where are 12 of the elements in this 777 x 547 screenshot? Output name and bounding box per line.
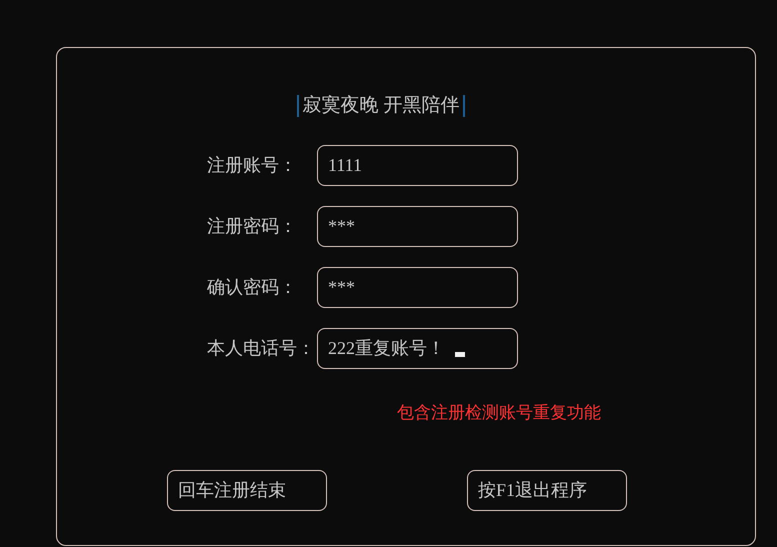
action-button[interactable]: 回车注册结束 (167, 470, 327, 510)
field-label: 注册密码： (207, 215, 298, 238)
action-button[interactable]: 按F1退出程序 (467, 470, 627, 510)
field-label: 本人电话号： (207, 337, 316, 360)
input-field[interactable]: 1111 (317, 145, 518, 186)
title: 寂寞夜晚 开黑陪伴 (296, 95, 466, 117)
input-field[interactable]: *** (317, 267, 518, 308)
note: 包含注册检测账号重复功能 (397, 402, 602, 425)
input-field[interactable]: *** (317, 206, 518, 247)
field-label: 注册账号： (207, 154, 298, 177)
field-label: 确认密码： (207, 276, 298, 299)
input-field[interactable]: 222重复账号！ (317, 328, 518, 369)
